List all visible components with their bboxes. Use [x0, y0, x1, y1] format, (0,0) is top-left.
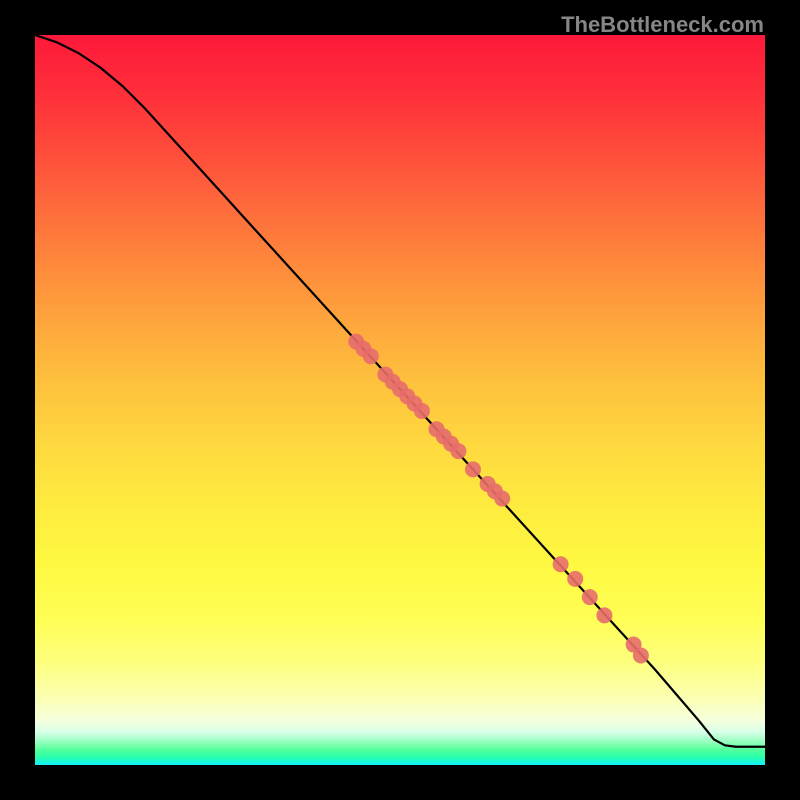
data-points	[348, 334, 649, 664]
chart-svg	[35, 35, 765, 765]
chart-container: TheBottleneck.com	[0, 0, 800, 800]
plot-area	[35, 35, 765, 765]
watermark-text: TheBottleneck.com	[561, 12, 764, 38]
